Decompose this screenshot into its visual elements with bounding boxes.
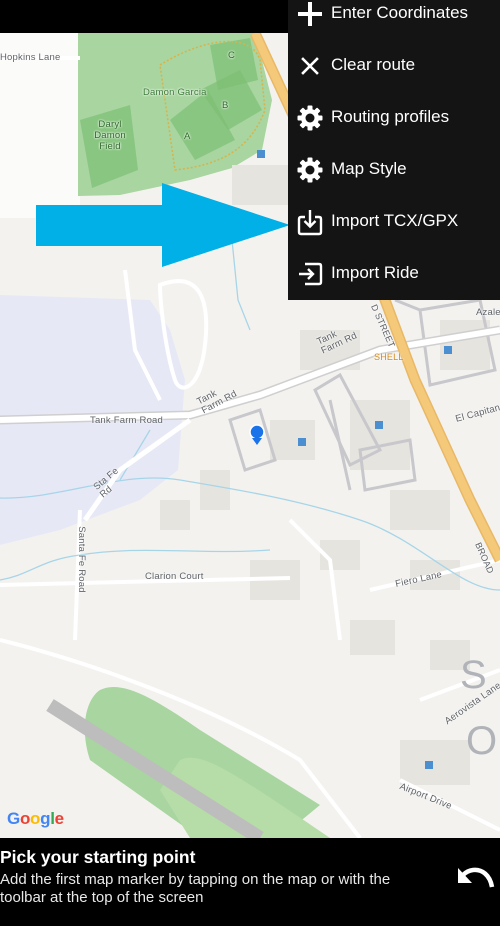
map-label-azalea: Azale xyxy=(476,307,500,318)
map-label-santa-fe-road: Santa Fe Road xyxy=(75,526,87,593)
map-label-field-c: C xyxy=(228,50,236,61)
map-label-shell: SHELL xyxy=(374,352,404,362)
menu-item-routing-profiles[interactable]: Routing profiles xyxy=(288,91,500,143)
overflow-menu: Enter Coordinates Clear route Routing pr… xyxy=(288,0,500,300)
map-label-clarion-court: Clarion Court xyxy=(145,571,204,582)
instruction-title: Pick your starting point xyxy=(0,847,196,867)
instruction-description: Add the first map marker by tapping on t… xyxy=(0,871,391,906)
map-label-area-s: S xyxy=(460,653,487,697)
map-label-damon-garcia: Damon Garcia xyxy=(143,87,207,98)
menu-item-map-style[interactable]: Map Style xyxy=(288,143,500,195)
map-label-area-o: O xyxy=(466,719,498,763)
plus-icon xyxy=(298,2,322,26)
gear-icon xyxy=(297,105,323,131)
menu-item-label: Enter Coordinates xyxy=(331,3,469,22)
menu-item-label: Import Ride xyxy=(331,263,419,282)
menu-item-import-ride[interactable]: Import Ride xyxy=(288,247,500,299)
map-label-hopkins-lane: Hopkins Lane xyxy=(0,52,61,63)
map-label-daryl-damon-field: Daryl Damon Field xyxy=(94,119,126,152)
instruction-panel: Pick your starting point Add the first m… xyxy=(0,838,500,926)
menu-item-label: Map Style xyxy=(331,159,407,178)
map-label-tank-farm-road: Tank Farm Road xyxy=(90,415,164,426)
google-logo: Google xyxy=(7,809,64,828)
undo-icon[interactable] xyxy=(456,860,496,892)
menu-item-enter-coordinates[interactable]: Enter Coordinates xyxy=(288,0,500,39)
menu-item-label: Routing profiles xyxy=(331,107,450,126)
menu-item-clear-route[interactable]: Clear route xyxy=(288,39,500,91)
close-icon xyxy=(301,57,319,75)
menu-item-label: Import TCX/GPX xyxy=(331,211,459,230)
menu-item-label: Clear route xyxy=(331,55,416,74)
gear-icon xyxy=(297,157,323,183)
map-label-field-a: A xyxy=(184,131,191,142)
pointer-arrow-icon xyxy=(36,183,290,267)
map-label-field-b: B xyxy=(222,100,229,111)
menu-item-import-tcx-gpx[interactable]: Import TCX/GPX xyxy=(288,195,500,247)
import-icon xyxy=(297,210,323,236)
login-arrow-icon xyxy=(299,262,323,286)
